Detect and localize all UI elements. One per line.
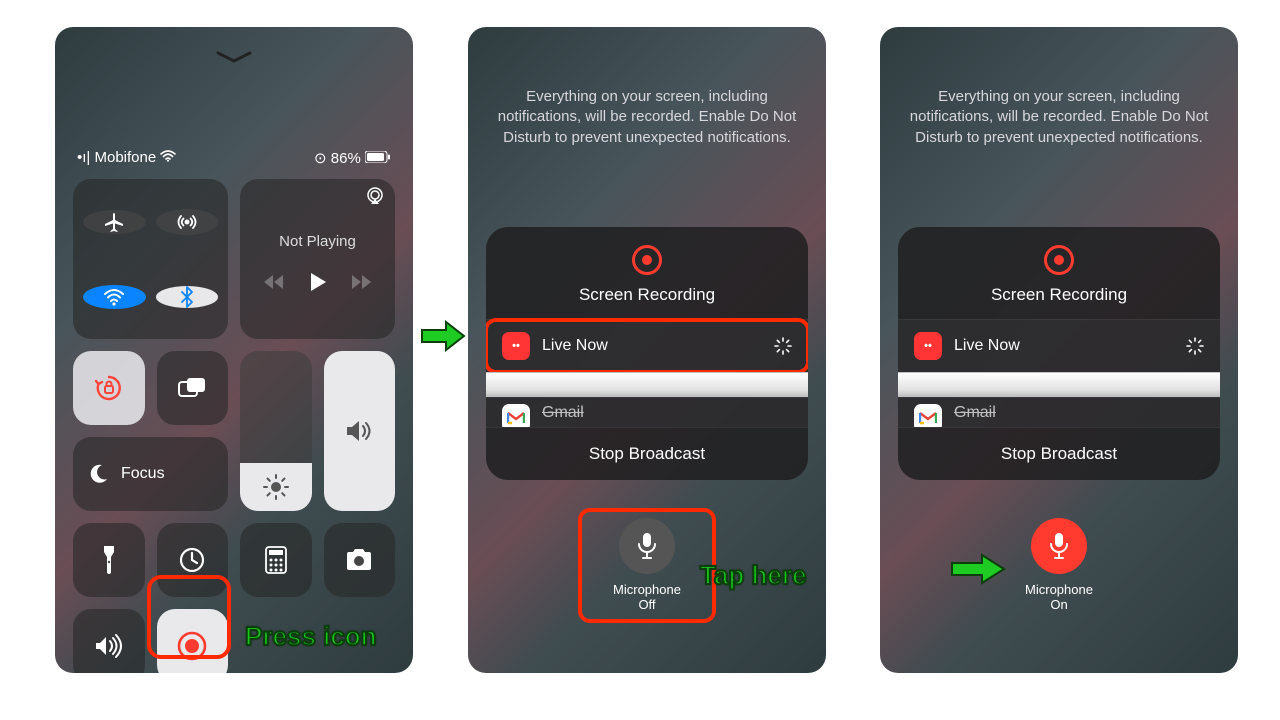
annotation-tap-here: Tap here (700, 560, 806, 591)
cellular-toggle[interactable] (156, 209, 219, 235)
record-indicator-icon (1044, 245, 1074, 275)
mic-label: Microphone Off (592, 582, 702, 613)
sheet-title: Screen Recording (898, 285, 1220, 305)
broadcast-info-text: Everything on your screen, including not… (468, 27, 826, 148)
option-live-now[interactable]: •• Live Now (486, 319, 808, 372)
spinner-icon (1186, 337, 1204, 355)
camera-tile[interactable] (324, 523, 396, 597)
mic-circle-off (619, 518, 675, 574)
option-live-now[interactable]: •• Live Now (898, 319, 1220, 372)
status-left: •ı| Mobifone (77, 149, 176, 167)
mic-state: On (1050, 597, 1067, 612)
annotation-press-icon: Press icon (245, 621, 377, 652)
calculator-tile[interactable] (240, 523, 312, 597)
play-icon[interactable] (309, 272, 327, 292)
screen-record-tile[interactable] (157, 609, 229, 673)
screen-mirroring-tile[interactable] (157, 351, 229, 425)
sound-recognition-tile[interactable] (73, 609, 145, 673)
orientation-lock-tile[interactable] (73, 351, 145, 425)
stage: •ı| Mobifone ⊙ 86% (0, 0, 1280, 720)
arrow-right-icon (950, 553, 1006, 585)
phone-broadcast-mic-on: Everything on your screen, including not… (880, 27, 1238, 673)
option-label: Gmail (542, 404, 584, 422)
media-tile[interactable]: Not Playing (240, 179, 395, 339)
gmail-app-icon (502, 404, 530, 427)
focus-tile[interactable]: Focus (73, 437, 228, 511)
mic-state: Off (638, 597, 655, 612)
wifi-toggle[interactable] (83, 285, 146, 309)
mic-circle-on (1031, 518, 1087, 574)
speaker-icon (344, 418, 374, 444)
signal-icon: •ı| (77, 149, 90, 166)
wifi-icon (160, 149, 176, 166)
focus-label: Focus (121, 465, 165, 483)
option-blank[interactable] (486, 372, 808, 397)
sun-icon (263, 474, 289, 500)
microphone-icon (636, 532, 658, 560)
microphone-icon (1048, 532, 1070, 560)
timer-tile[interactable] (157, 523, 229, 597)
airplane-toggle[interactable] (83, 210, 146, 234)
option-gmail[interactable]: Gmail (486, 397, 808, 427)
broadcast-info-text: Everything on your screen, including not… (880, 27, 1238, 148)
option-label: Live Now (542, 337, 608, 355)
bluetooth-toggle[interactable] (156, 286, 219, 308)
broadcast-sheet: Screen Recording •• Live Now Gmail Stop … (486, 227, 808, 480)
broadcast-sheet: Screen Recording •• Live Now Gmail Stop … (898, 227, 1220, 480)
mic-label-text: Microphone (613, 582, 681, 597)
connectivity-tile[interactable] (73, 179, 228, 339)
battery-label: 86% (331, 150, 361, 167)
gmail-app-icon (914, 404, 942, 427)
lock-icon: ⊙ (314, 150, 327, 167)
spinner-icon (774, 337, 792, 355)
record-indicator-icon (632, 245, 662, 275)
option-label: Live Now (954, 337, 1020, 355)
microphone-toggle[interactable]: Microphone On (1004, 518, 1114, 613)
media-controls (263, 272, 373, 292)
chevron-down-icon[interactable] (216, 51, 252, 63)
live-now-app-icon: •• (914, 332, 942, 360)
status-bar: •ı| Mobifone ⊙ 86% (55, 149, 413, 167)
live-now-app-icon: •• (502, 332, 530, 360)
microphone-toggle[interactable]: Microphone Off (592, 518, 702, 613)
airplay-icon[interactable] (365, 187, 385, 205)
moon-icon (87, 463, 109, 485)
option-label: Gmail (954, 404, 996, 422)
control-center-grid: Not Playing (73, 179, 395, 673)
stop-broadcast-button[interactable]: Stop Broadcast (898, 427, 1220, 480)
stop-broadcast-button[interactable]: Stop Broadcast (486, 427, 808, 480)
battery-icon (365, 150, 391, 167)
option-gmail[interactable]: Gmail (898, 397, 1220, 427)
brightness-fill (240, 463, 312, 511)
mic-label-text: Microphone (1025, 582, 1093, 597)
option-blank[interactable] (898, 372, 1220, 397)
mic-label: Microphone On (1004, 582, 1114, 613)
carrier-label: Mobifone (95, 149, 157, 166)
sheet-title: Screen Recording (486, 285, 808, 305)
brightness-slider[interactable] (240, 351, 312, 511)
volume-slider[interactable] (324, 351, 396, 511)
media-title: Not Playing (279, 233, 356, 250)
prev-icon[interactable] (263, 274, 285, 290)
phone-control-center: •ı| Mobifone ⊙ 86% (55, 27, 413, 673)
flashlight-tile[interactable] (73, 523, 145, 597)
highlight-live-now (486, 318, 808, 374)
arrow-right-icon (420, 320, 466, 352)
next-icon[interactable] (351, 274, 373, 290)
status-right: ⊙ 86% (314, 149, 391, 167)
